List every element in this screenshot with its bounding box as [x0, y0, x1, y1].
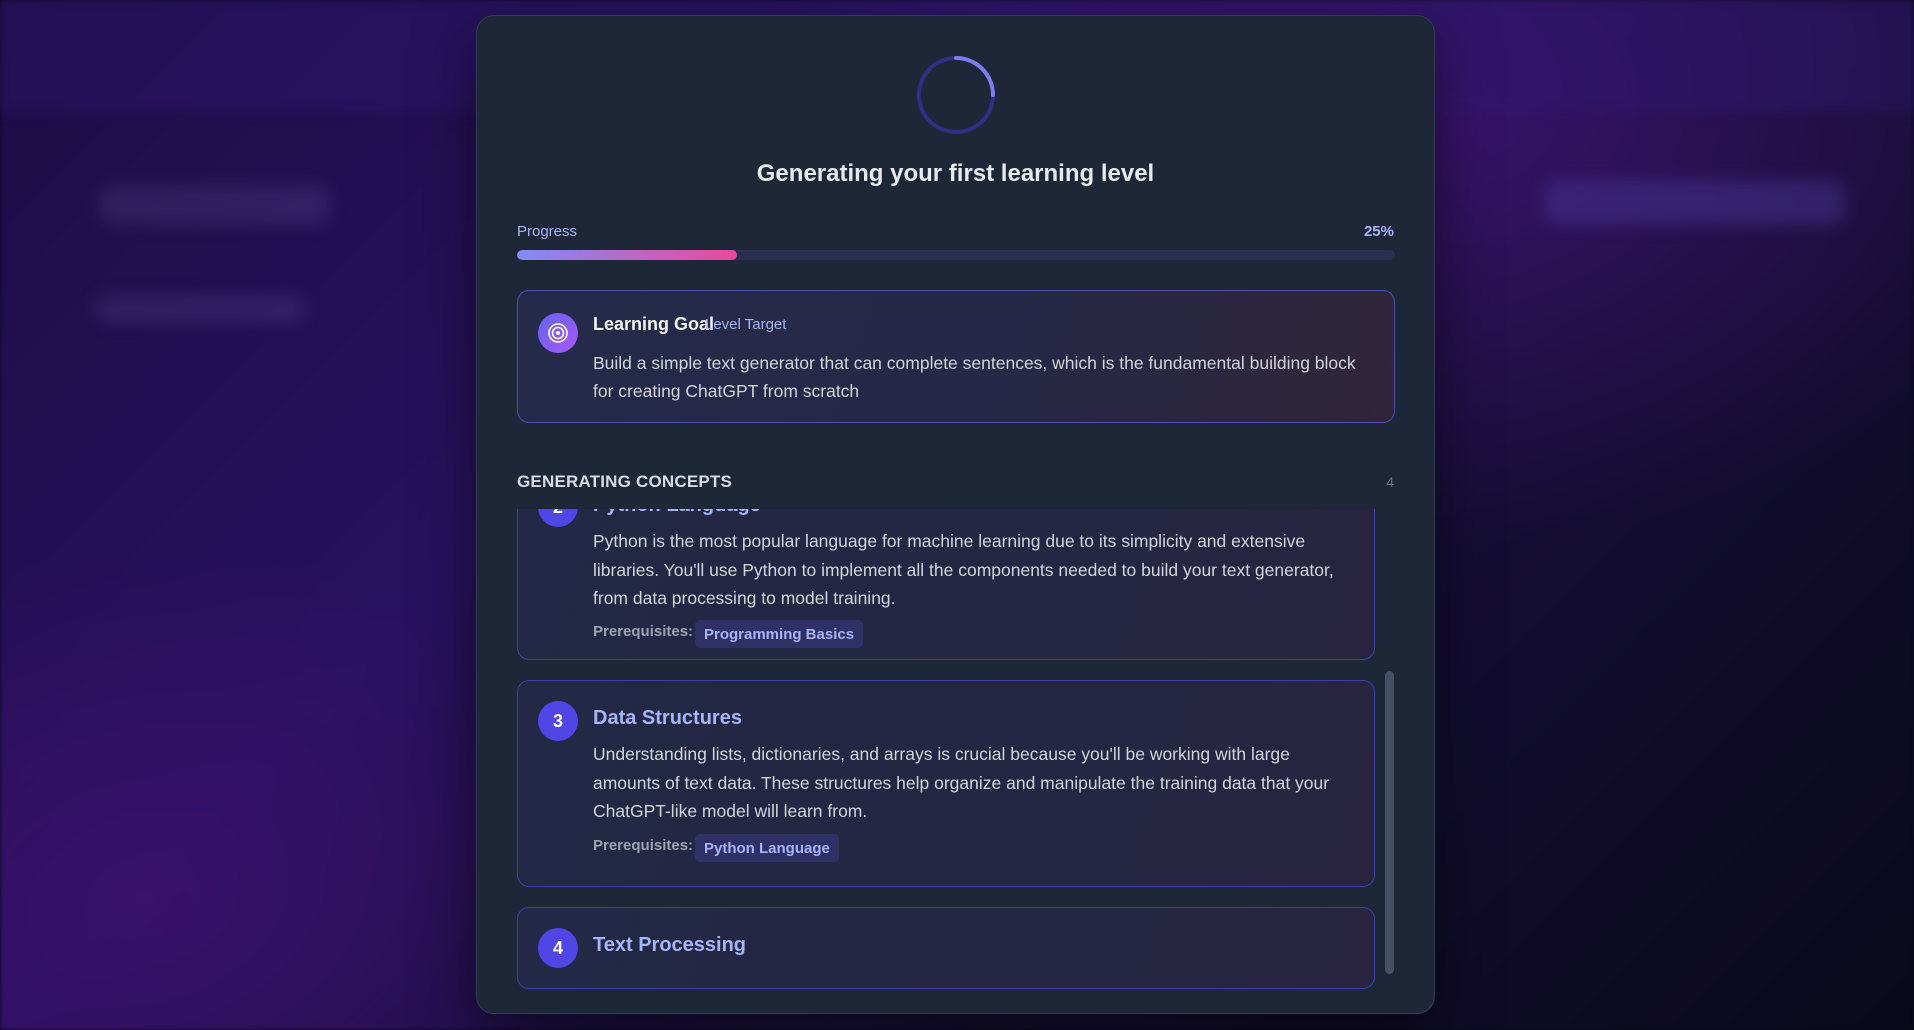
concept-name: Data Structures: [593, 707, 742, 729]
concept-name: Python Language: [593, 509, 761, 517]
goal-description: Build a simple text generator that can c…: [593, 353, 1356, 401]
progress-value: 25%: [1363, 223, 1394, 240]
goal-badge: Level Target: [705, 316, 787, 333]
concept-description: Understanding lists, dictionaries, and a…: [593, 744, 1330, 821]
concept-card: 4 Text Processing: [517, 907, 1375, 989]
progress-bar-fill: [517, 250, 737, 260]
progress-bar: [517, 250, 1395, 260]
generation-modal: Generating your first learning level Pro…: [476, 15, 1435, 1014]
prerequisites-label: Prerequisites:: [593, 623, 694, 640]
concept-card: 2 Python Language Python is the most pop…: [517, 509, 1375, 660]
concept-name: Text Processing: [593, 934, 747, 956]
prerequisite-chip: Python Language: [695, 834, 839, 862]
concept-number: 2: [538, 509, 578, 527]
progress-label: Progress: [517, 223, 578, 240]
goal-title: Learning Goal: [593, 314, 715, 334]
modal-title: Generating your first learning level: [756, 160, 1155, 187]
target-icon: [538, 313, 578, 353]
concepts-count: 4: [1386, 474, 1394, 490]
loading-spinner-icon: [917, 56, 995, 134]
concept-number: 3: [538, 701, 578, 741]
concepts-heading: GENERATING CONCEPTS: [517, 472, 733, 491]
concepts-list[interactable]: 2 Python Language Python is the most pop…: [517, 509, 1395, 989]
prerequisites-label: Prerequisites:: [593, 837, 694, 854]
concept-description: Python is the most popular language for …: [593, 531, 1334, 608]
concept-number: 4: [538, 928, 578, 968]
prerequisite-chip: Programming Basics: [695, 620, 864, 648]
concept-card: 3 Data Structures Understanding lists, d…: [517, 680, 1375, 887]
concepts-scrollbar[interactable]: [1385, 671, 1394, 974]
learning-goal-card: Learning Goal Level Target Build a simpl…: [517, 290, 1395, 423]
